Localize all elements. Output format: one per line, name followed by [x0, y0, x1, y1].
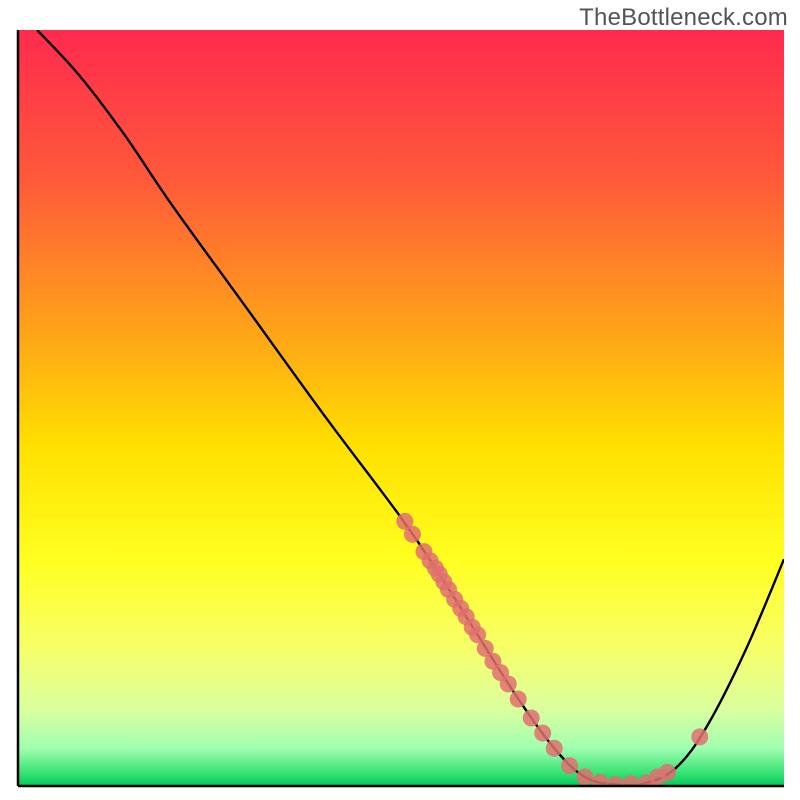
data-point	[622, 775, 639, 792]
chart-svg	[0, 0, 800, 800]
data-point	[607, 776, 624, 793]
watermark-text: TheBottleneck.com	[579, 4, 788, 32]
data-point	[691, 728, 708, 745]
data-point	[659, 764, 676, 781]
data-point	[534, 725, 551, 742]
gradient-background	[18, 30, 784, 786]
chart-container: TheBottleneck.com	[0, 0, 800, 800]
data-point	[500, 675, 517, 692]
data-point	[523, 709, 540, 726]
data-point	[592, 774, 609, 791]
data-point	[510, 691, 527, 708]
data-point	[576, 768, 593, 785]
data-point	[561, 757, 578, 774]
data-point	[546, 740, 563, 757]
data-point	[404, 526, 421, 543]
